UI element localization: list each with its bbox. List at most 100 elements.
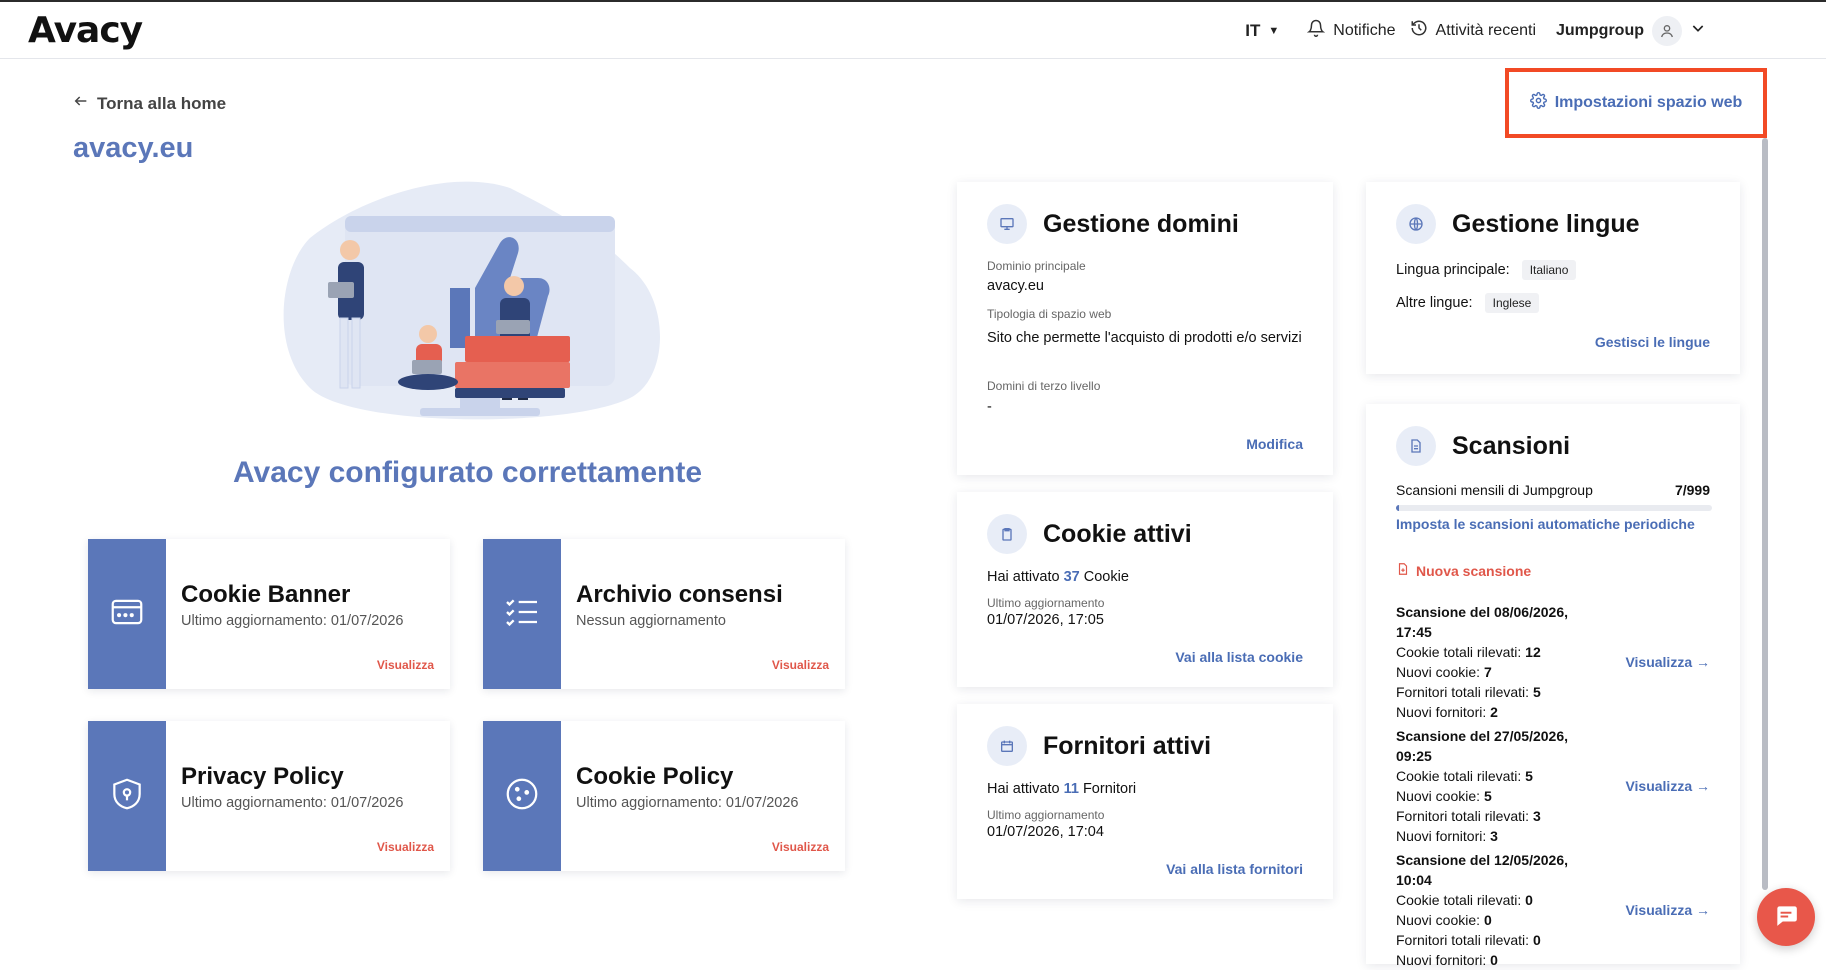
other-languages-row: Altre lingue: Inglese [1396, 293, 1540, 313]
configured-illustration [283, 181, 660, 420]
tile-subtitle: Ultimo aggiornamento: 01/07/2026 [181, 795, 404, 811]
auto-scan-settings-link[interactable]: Imposta le scansioni automatiche periodi… [1396, 516, 1695, 532]
vendors-new-label: Nuovi fornitori: [1396, 828, 1487, 844]
monthly-scans-label: Scansioni mensili di Jumpgroup [1396, 482, 1593, 498]
configuration-status-message: Avacy configurato correttamente [232, 456, 702, 489]
monthly-scans-value: 7/999 [1674, 482, 1710, 498]
domain-management-card: Gestione domini Dominio principale avacy… [957, 182, 1333, 475]
active-cookies-card: Cookie attivi Hai attivato 37 Cookie Ult… [957, 492, 1333, 687]
scan-heading: Scansione del 08/06/2026, 17:45 [1396, 604, 1568, 640]
last-update-label: Ultimo aggiornamento [987, 808, 1105, 822]
scan-heading: Scansione del 12/05/2026, 10:04 [1396, 852, 1568, 888]
tile-subtitle: Ultimo aggiornamento: 01/07/2026 [576, 795, 799, 811]
page-scrollbar[interactable] [1762, 138, 1768, 890]
vendors-new-value: 0 [1490, 952, 1498, 968]
last-update-value: 01/07/2026, 17:05 [987, 612, 1104, 628]
language-selector[interactable]: IT ▼ [1245, 21, 1279, 41]
view-scan-link[interactable]: Visualizza → [1625, 778, 1710, 794]
vendors-total-label: Fornitori totali rilevati: [1396, 808, 1530, 824]
arrow-right-icon: → [1696, 778, 1710, 794]
space-type-label: Tipologia di spazio web [987, 307, 1112, 321]
arrow-right-icon: → [1696, 902, 1710, 918]
vendors-total-value: 5 [1532, 684, 1541, 700]
caret-down-icon: ▼ [1268, 24, 1280, 37]
document-icon [1396, 426, 1436, 466]
edit-domains-link[interactable]: Modifica [1246, 436, 1303, 452]
cookie-banner-tile[interactable]: Cookie Banner Ultimo aggiornamento: 01/0… [88, 539, 450, 689]
language-label: IT [1245, 20, 1261, 40]
arrow-right-icon: → [1696, 654, 1710, 670]
summary-prefix: Hai attivato [987, 569, 1060, 585]
active-vendors-card: Fornitori attivi Hai attivato 11 Fornito… [957, 704, 1333, 899]
card-title: Scansioni [1452, 431, 1571, 460]
space-type-value: Sito che permette l'acquisto di prodotti… [987, 330, 1302, 346]
view-scan-label: Visualizza [1625, 778, 1693, 794]
last-update-value: 01/07/2026, 17:04 [987, 824, 1104, 840]
active-vendors-summary: Hai attivato 11 Fornitori [987, 781, 1136, 797]
recent-activity-button[interactable]: Attività recenti [1410, 19, 1536, 42]
new-scan-label: Nuova scansione [1416, 562, 1532, 579]
privacy-policy-tile[interactable]: Privacy Policy Ultimo aggiornamento: 01/… [88, 721, 450, 871]
cookies-total-value: 5 [1525, 768, 1533, 784]
browser-window-icon [108, 593, 146, 636]
tile-icon-strip [88, 539, 166, 689]
scan-heading: Scansione del 27/05/2026, 09:25 [1396, 728, 1568, 764]
summary-prefix: Hai attivato [987, 781, 1060, 797]
other-language-chip: Inglese [1484, 293, 1540, 313]
vendors-new-label: Nuovi fornitori: [1396, 952, 1487, 968]
card-title: Gestione domini [1043, 209, 1239, 238]
top-navbar: Avacy IT ▼ Notifiche Attività recenti Ju… [0, 2, 1826, 59]
cookies-new-label: Nuovi cookie: [1396, 788, 1481, 804]
user-avatar-icon [1652, 15, 1682, 46]
view-consent-archive-link[interactable]: Visualizza [772, 658, 829, 672]
new-scan-button[interactable]: Nuova scansione [1396, 562, 1531, 579]
card-title: Cookie attivi [1043, 519, 1192, 548]
view-cookie-banner-link[interactable]: Visualizza [377, 658, 434, 672]
manage-languages-link[interactable]: Gestisci le lingue [1595, 334, 1710, 350]
notifications-button[interactable]: Notifiche [1307, 19, 1396, 42]
cookies-new-value: 0 [1483, 912, 1492, 928]
chat-support-button[interactable] [1757, 888, 1815, 946]
view-scan-link[interactable]: Visualizza → [1625, 654, 1710, 670]
cookie-count: 37 [1063, 569, 1080, 585]
tile-title: Cookie Policy [576, 763, 734, 790]
account-menu[interactable]: Jumpgroup [1550, 15, 1706, 46]
third-level-domains-label: Domini di terzo livello [987, 379, 1101, 393]
cookie-policy-tile[interactable]: Cookie Policy Ultimo aggiornamento: 01/0… [483, 721, 845, 871]
calendar-icon [987, 726, 1027, 766]
web-space-settings-button[interactable]: Impostazioni spazio web [1505, 68, 1767, 138]
vendor-list-link[interactable]: Vai alla lista fornitori [1166, 861, 1303, 877]
view-privacy-policy-link[interactable]: Visualizza [377, 840, 434, 854]
cookie-list-link[interactable]: Vai alla lista cookie [1175, 649, 1303, 665]
cookies-new-value: 7 [1483, 664, 1492, 680]
globe-icon [1396, 204, 1436, 244]
consent-archive-tile[interactable]: Archivio consensi Nessun aggiornamento V… [483, 539, 845, 689]
tile-icon-strip [483, 721, 561, 871]
main-domain-value: avacy.eu [987, 278, 1044, 294]
summary-suffix: Fornitori [1082, 781, 1137, 797]
other-languages-label: Altre lingue: [1396, 295, 1473, 311]
view-scan-label: Visualizza [1625, 902, 1693, 918]
view-scan-link[interactable]: Visualizza → [1625, 902, 1710, 918]
primary-language-chip: Italiano [1521, 260, 1577, 280]
cookies-new-label: Nuovi cookie: [1396, 664, 1481, 680]
checklist-icon [502, 592, 542, 637]
progress-fill [1396, 505, 1399, 511]
arrow-left-icon [73, 93, 89, 114]
shield-icon [108, 775, 146, 818]
cookies-total-label: Cookie totali rilevati: [1396, 892, 1522, 908]
view-cookie-policy-link[interactable]: Visualizza [772, 840, 829, 854]
scans-card: Scansioni Scansioni mensili di Jumpgroup… [1366, 404, 1740, 968]
bell-icon [1307, 19, 1326, 42]
third-level-domains-value: - [987, 399, 992, 415]
summary-suffix: Cookie [1083, 569, 1129, 585]
recent-activity-label: Attività recenti [1435, 21, 1536, 39]
back-to-home-link[interactable]: Torna alla home [73, 93, 226, 114]
history-icon [1410, 19, 1428, 42]
view-scan-label: Visualizza [1625, 654, 1693, 670]
page-title: avacy.eu [73, 132, 194, 164]
primary-language-label: Lingua principale: [1396, 262, 1510, 278]
avacy-logo[interactable]: Avacy [28, 10, 143, 51]
back-label: Torna alla home [97, 93, 227, 113]
tile-title: Privacy Policy [181, 763, 344, 790]
